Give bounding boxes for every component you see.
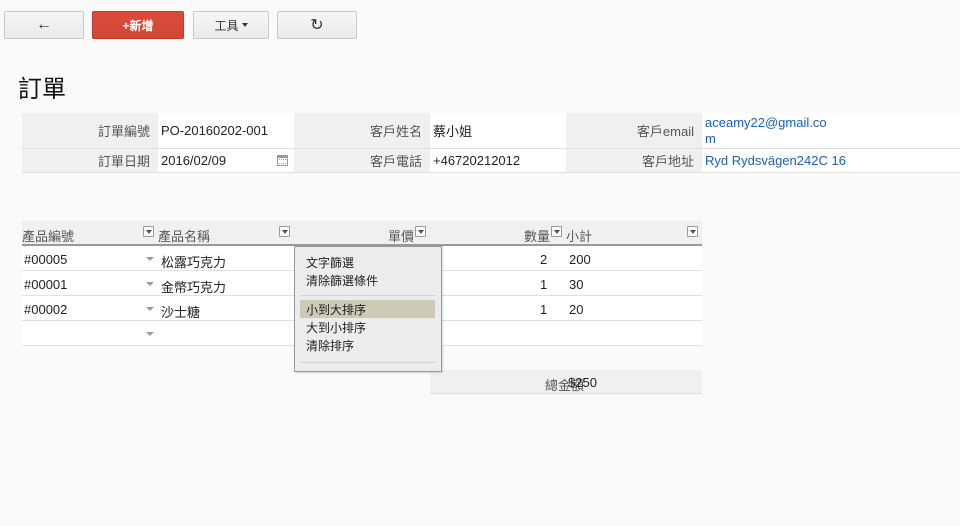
chevron-down-icon[interactable]: [146, 282, 154, 286]
menu-item-sort-descending[interactable]: 大到小排序: [300, 318, 435, 336]
subtotal-cell: 20: [569, 302, 584, 317]
form-row: 訂單日期 2016/02/09 客戶電話 +46720212012 客戶地址 R…: [22, 149, 960, 173]
menu-divider: [300, 362, 436, 363]
quantity-cell[interactable]: 2: [540, 252, 547, 267]
phone-field[interactable]: +46720212012: [430, 149, 566, 172]
chevron-down-icon[interactable]: [146, 307, 154, 311]
menu-item-clear-sort[interactable]: 清除排序: [300, 336, 435, 354]
order-form: 訂單編號 PO-20160202-001 客戶姓名 蔡小姐 客戶email ac…: [22, 113, 960, 173]
order-date-value: 2016/02/09: [161, 153, 227, 168]
column-filter-menu: 文字篩選 清除篩選條件 小到大排序 大到小排序 清除排序: [294, 246, 442, 372]
total-value: $250: [568, 375, 597, 390]
product-id-cell[interactable]: #00001: [24, 277, 67, 292]
tools-label: 工具: [214, 18, 239, 33]
product-name-cell[interactable]: 金幣巧克力: [161, 277, 226, 296]
product-name-cell[interactable]: 松露巧克力: [161, 252, 226, 271]
col-header-unit-price[interactable]: 單價: [388, 226, 414, 245]
address-label: 客戶地址: [566, 149, 702, 172]
chevron-down-icon: [241, 23, 248, 27]
email-label: 客戶email: [566, 113, 702, 148]
col-header-product-id[interactable]: 產品編號: [22, 226, 74, 245]
menu-item-clear-filter[interactable]: 清除篩選條件: [300, 271, 435, 289]
email-line-2: m: [705, 130, 716, 146]
address-field[interactable]: Ryd Rydsvägen242C 16: [702, 149, 960, 172]
quantity-cell[interactable]: 1: [540, 302, 547, 317]
order-no-field[interactable]: PO-20160202-001: [158, 113, 294, 148]
quantity-cell[interactable]: 1: [540, 277, 547, 292]
order-no-label: 訂單編號: [22, 113, 158, 148]
filter-dropdown-icon[interactable]: [143, 226, 154, 237]
filter-dropdown-icon[interactable]: [687, 226, 698, 237]
email-field[interactable]: aceamy22@gmail.co m: [702, 113, 960, 148]
customer-name-label: 客戶姓名: [294, 113, 430, 148]
arrow-left-icon: ←: [36, 16, 52, 33]
chevron-down-icon[interactable]: [146, 257, 154, 261]
menu-divider: [300, 295, 436, 296]
total-row: 總金額 $250: [430, 370, 702, 394]
col-header-quantity[interactable]: 數量: [524, 226, 550, 245]
refresh-button[interactable]: ↻: [277, 11, 357, 39]
refresh-icon: ↻: [310, 17, 324, 34]
order-date-label: 訂單日期: [22, 149, 158, 172]
phone-label: 客戶電話: [294, 149, 430, 172]
product-name-cell[interactable]: 沙士糖: [161, 302, 200, 321]
email-line-1: aceamy22@gmail.co: [705, 114, 827, 130]
col-header-product-name[interactable]: 產品名稱: [158, 226, 210, 245]
chevron-down-icon[interactable]: [146, 332, 154, 336]
filter-dropdown-icon[interactable]: [415, 226, 426, 237]
menu-item-text-filter[interactable]: 文字篩選: [300, 253, 435, 271]
subtotal-cell: 30: [569, 277, 584, 292]
tools-button[interactable]: 工具: [193, 11, 269, 39]
calendar-icon[interactable]: [277, 155, 288, 166]
grid-header: 產品編號 產品名稱 單價 數量 小計: [22, 221, 702, 246]
menu-item-sort-ascending[interactable]: 小到大排序: [300, 300, 435, 318]
filter-dropdown-icon[interactable]: [279, 226, 290, 237]
product-id-cell[interactable]: #00005: [24, 252, 67, 267]
order-date-field[interactable]: 2016/02/09: [158, 149, 294, 172]
page-title: 訂單: [18, 76, 66, 103]
back-button[interactable]: ←: [4, 11, 84, 39]
col-header-subtotal[interactable]: 小計: [566, 226, 592, 245]
subtotal-cell: 200: [569, 252, 591, 267]
customer-name-field[interactable]: 蔡小姐: [430, 113, 566, 148]
new-button[interactable]: +新增: [92, 11, 184, 39]
product-id-cell[interactable]: #00002: [24, 302, 67, 317]
filter-dropdown-icon[interactable]: [551, 226, 562, 237]
form-row: 訂單編號 PO-20160202-001 客戶姓名 蔡小姐 客戶email ac…: [22, 113, 960, 149]
